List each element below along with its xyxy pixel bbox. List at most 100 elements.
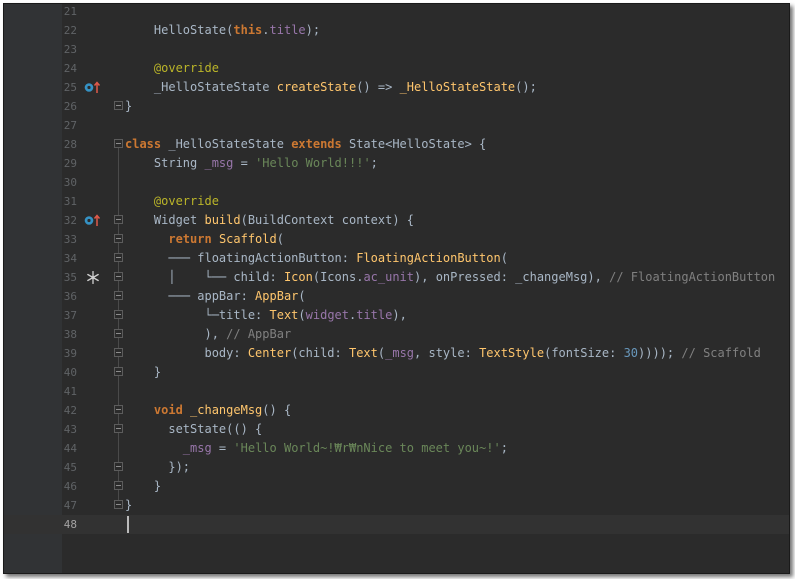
fold-toggle-icon[interactable] [114,234,123,243]
code-line[interactable]: 31 @override [4,192,789,211]
fold-toggle-icon[interactable] [114,424,123,433]
fold-toggle-icon[interactable] [114,272,123,281]
fold-toggle-icon[interactable] [114,329,123,338]
line-number: 48 [63,518,77,531]
snowflake-icon[interactable] [84,271,102,284]
code-token: _HelloStateState [399,80,516,94]
fold-toggle-icon[interactable] [114,481,123,490]
code-line[interactable]: 35 │ └── child: Icon(Icons.ac_unit), onP… [4,268,789,287]
code-token: body: [125,346,248,360]
line-number: 41 [63,385,77,398]
fold-toggle-icon[interactable] [114,405,123,414]
code-text: }); [125,458,190,477]
code-line[interactable]: 37 └─title: Text(widget.title), [4,306,789,325]
code-line[interactable]: 42 void _changeMsg() { [4,401,789,420]
code-token: createState [276,80,357,94]
code-token: Text [348,346,378,360]
code-line[interactable]: 21 [4,4,789,21]
code-text: _HelloStateState createState() => _Hello… [125,78,537,97]
code-token: ), onPressed: _changeMsg), [414,270,610,284]
code-token: widget [305,308,349,322]
line-number: 25 [63,81,77,94]
fold-toggle-icon[interactable] [114,367,123,376]
code-token: // FloatingActionButton [609,270,776,284]
line-number: 23 [63,43,77,56]
code-text: } [125,363,161,382]
code-token: = [211,441,234,455]
code-line[interactable]: 44 _msg = 'Hello World~!₩r₩nNice to meet… [4,439,789,458]
code-text: └─title: Text(widget.title), [125,306,407,325]
code-token: (fontSize: [544,346,624,360]
fold-toggle-icon[interactable] [114,310,123,319]
code-line[interactable]: 26} [4,97,789,116]
code-token: String [125,156,205,170]
code-line[interactable]: 22 HelloState(this.title); [4,21,789,40]
code-text: void _changeMsg() { [125,401,291,420]
override-up-icon[interactable] [84,81,102,94]
code-token: (child: [291,346,349,360]
code-line[interactable]: 40 } [4,363,789,382]
code-token: } [125,365,162,379]
code-line[interactable]: 34 ─── floatingActionButton: FloatingAct… [4,249,789,268]
code-line[interactable]: 38 ), // AppBar [4,325,789,344]
code-line[interactable]: 27 [4,116,789,135]
fold-toggle-icon[interactable] [114,253,123,262]
code-token: Widget [125,213,205,227]
fold-toggle-icon[interactable] [114,139,123,148]
code-token: Center [247,346,292,360]
line-number: 21 [63,5,77,18]
code-token: FloatingActionButton [356,251,501,265]
code-line[interactable]: 47} [4,496,789,515]
code-token: ), [392,308,407,322]
text-caret [127,516,129,533]
code-token: _HelloStateState [168,137,292,151]
code-line[interactable]: 25 _HelloStateState createState() => _He… [4,78,789,97]
code-token: ; [370,156,378,170]
code-line[interactable]: 36 ─── appBar: AppBar( [4,287,789,306]
override-up-icon[interactable] [84,214,102,227]
fold-toggle-icon[interactable] [114,291,123,300]
code-line[interactable]: 46 } [4,477,789,496]
fold-toggle-icon[interactable] [114,101,123,110]
code-line[interactable]: 33 return Scaffold( [4,230,789,249]
code-token: ─── floatingActionButton: [125,251,357,265]
fold-toggle-icon[interactable] [114,348,123,357]
code-line[interactable]: 32 Widget build(BuildContext context) { [4,211,789,230]
code-token: )))); [638,346,682,360]
code-token: @override [153,61,219,75]
code-text: @override [125,192,219,211]
code-line[interactable]: 43 setState(() { [4,420,789,439]
line-number: 32 [63,214,77,227]
code-token: 30 [623,346,639,360]
code-line[interactable]: 29 String _msg = 'Hello World!!!'; [4,154,789,173]
code-token: 'Hello World~!₩r₩nNice to meet you~!' [233,441,501,455]
code-text: ─── appBar: AppBar( [125,287,306,306]
fold-toggle-icon[interactable] [114,500,123,509]
fold-toggle-icon[interactable] [114,215,123,224]
code-line[interactable]: 48 [4,515,789,534]
code-line[interactable]: 45 }); [4,458,789,477]
code-token: this [233,23,263,37]
line-number: 46 [63,480,77,493]
code-line[interactable]: 28 class _HelloStateState extends State<H… [4,135,789,154]
code-token: class [125,137,169,151]
code-line[interactable]: 24 @override [4,59,789,78]
code-line[interactable]: 41 [4,382,789,401]
code-token: ( [500,251,508,265]
code-line[interactable]: 23 [4,40,789,59]
code-token: , style: [414,346,480,360]
code-editor[interactable]: 21 22 HelloState(this.title); 23 24 @overri… [4,4,789,573]
line-number: 43 [63,423,77,436]
code-line[interactable]: 30 [4,173,789,192]
code-token: ( [298,289,306,303]
code-token: (BuildContext context) { [240,213,414,227]
line-number: 33 [63,233,77,246]
code-token: ( [298,308,306,322]
fold-toggle-icon[interactable] [114,462,123,471]
line-number: 24 [63,62,77,75]
code-line[interactable]: 39 body: Center(child: Text(_msg, style:… [4,344,789,363]
code-token: Icon [283,270,313,284]
